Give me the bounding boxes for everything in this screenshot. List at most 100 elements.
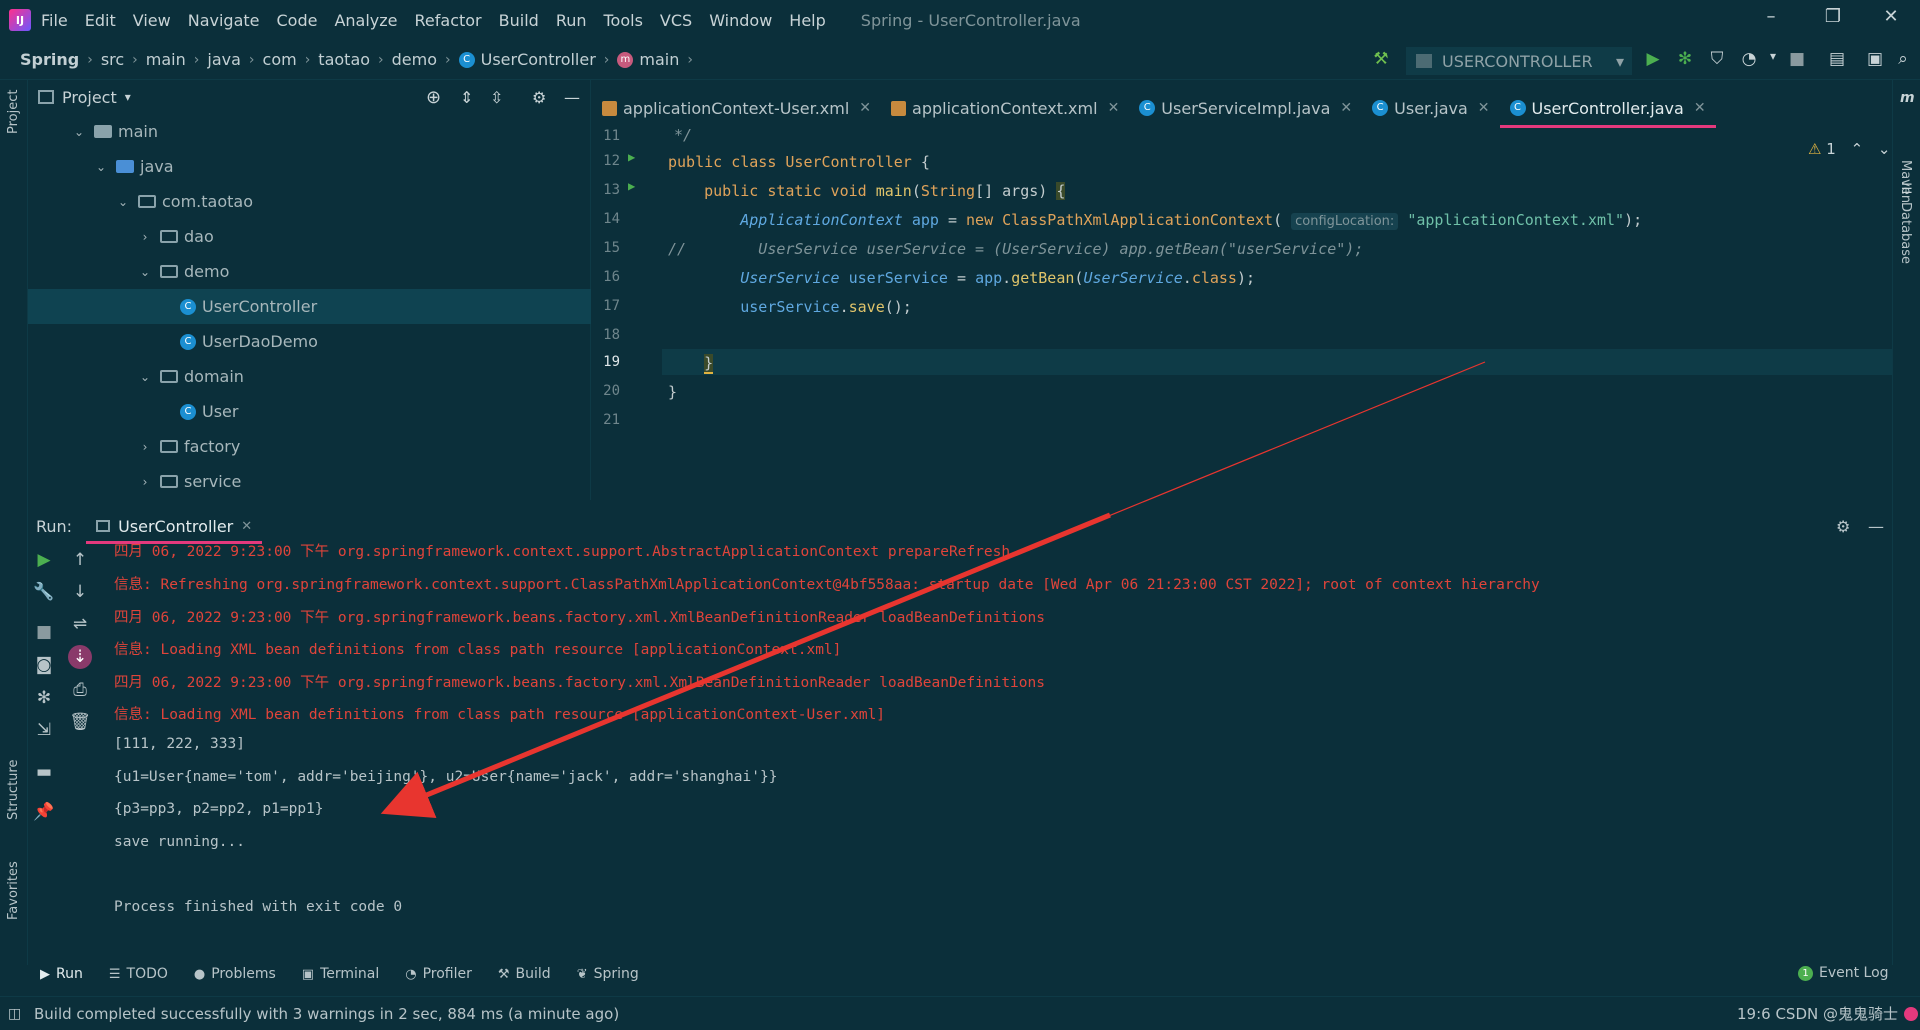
- tree-item-factory[interactable]: › factory: [28, 429, 591, 464]
- menu-analyze[interactable]: Analyze: [334, 11, 397, 30]
- gear-icon[interactable]: ⚙: [532, 88, 546, 107]
- tab-applicationcontext-xml[interactable]: applicationContext.xml ✕: [881, 88, 1129, 128]
- locate-icon[interactable]: ⊕: [426, 87, 441, 108]
- hide-icon[interactable]: —: [564, 88, 580, 107]
- breadcrumb-java[interactable]: java: [207, 50, 241, 69]
- breadcrumb-spring[interactable]: Spring: [20, 50, 79, 69]
- bottom-tab-build[interactable]: ⚒ Build: [498, 966, 551, 982]
- bottom-tab-run[interactable]: ▶ Run: [40, 966, 83, 982]
- bottom-tab-problems[interactable]: ● Problems: [194, 966, 276, 982]
- structure-tool-tab[interactable]: Structure: [6, 760, 21, 820]
- status-message[interactable]: Build completed successfully with 3 warn…: [34, 1005, 619, 1023]
- tree-item-service[interactable]: › service: [28, 464, 591, 499]
- menu-file[interactable]: File: [41, 11, 68, 30]
- run-icon[interactable]: ▶: [1642, 49, 1664, 71]
- bottom-tab-terminal[interactable]: ▣ Terminal: [302, 966, 379, 982]
- breadcrumb-usercontroller[interactable]: UserController: [481, 50, 596, 69]
- tree-item-com-taotao[interactable]: ⌄ com.taotao: [28, 184, 591, 219]
- breadcrumb-taotao[interactable]: taotao: [318, 50, 370, 69]
- close-icon[interactable]: ✕: [1108, 100, 1120, 116]
- chevron-down-icon[interactable]: ▾: [125, 90, 131, 104]
- menu-run[interactable]: Run: [556, 11, 587, 30]
- favorites-tool-tab[interactable]: Favorites: [6, 861, 21, 920]
- run-gutter-icon[interactable]: ▶: [628, 179, 635, 193]
- tree-item-usercontroller[interactable]: C UserController: [28, 289, 591, 324]
- chevron-right-icon[interactable]: ›: [138, 475, 152, 489]
- run-gutter-icon[interactable]: ▶: [628, 150, 635, 164]
- soft-wrap-icon[interactable]: ⇌: [68, 612, 92, 636]
- close-icon[interactable]: ✕: [1478, 100, 1490, 116]
- menu-code[interactable]: Code: [277, 11, 318, 30]
- menu-help[interactable]: Help: [789, 11, 825, 30]
- menu-tools[interactable]: Tools: [604, 11, 643, 30]
- run-tab-usercontroller[interactable]: UserController ✕: [86, 508, 263, 544]
- build-hammer-icon[interactable]: ⚒: [1370, 49, 1392, 71]
- chevron-down-icon[interactable]: ⌄: [72, 125, 86, 139]
- chevron-down-icon[interactable]: ⌄: [116, 195, 130, 209]
- chevron-down-icon[interactable]: ⌄: [94, 160, 108, 174]
- breadcrumb-demo[interactable]: demo: [392, 50, 437, 69]
- close-icon[interactable]: ✕: [1876, 6, 1906, 27]
- stop-icon[interactable]: ■: [1786, 49, 1808, 71]
- tree-item-dao[interactable]: › dao: [28, 219, 591, 254]
- rerun-icon[interactable]: ▶: [32, 548, 56, 572]
- layout-icon[interactable]: ▬: [32, 760, 56, 784]
- expand-all-icon[interactable]: ⇕: [460, 88, 473, 107]
- project-tool-tab[interactable]: Project: [6, 90, 21, 134]
- breadcrumb-src[interactable]: src: [101, 50, 124, 69]
- bottom-tab-todo[interactable]: ☰ TODO: [109, 966, 168, 982]
- warning-indicator[interactable]: ⚠ 1 ⌃ ⌄: [1808, 140, 1891, 158]
- exit-icon[interactable]: ⇲: [32, 718, 56, 742]
- gear-icon[interactable]: ⚙: [1836, 517, 1850, 536]
- coverage-icon[interactable]: ⛉: [1706, 49, 1728, 71]
- breadcrumb-com[interactable]: com: [263, 50, 297, 69]
- debug-icon[interactable]: ✻: [1674, 49, 1696, 71]
- tab-userserviceimpl-java[interactable]: C UserServiceImpl.java ✕: [1129, 88, 1362, 128]
- menu-refactor[interactable]: Refactor: [415, 11, 482, 30]
- chevron-up-icon[interactable]: ⌃: [1851, 140, 1864, 158]
- close-icon[interactable]: ✕: [859, 100, 871, 116]
- arrow-up-icon[interactable]: ↑: [68, 548, 92, 572]
- tab-applicationcontext-user-xml[interactable]: applicationContext-User.xml ✕: [592, 88, 881, 128]
- run-configuration-select[interactable]: USERCONTROLLER ▾: [1406, 47, 1632, 75]
- stop-icon[interactable]: ■: [32, 620, 56, 644]
- chevron-right-icon[interactable]: ›: [138, 230, 152, 244]
- tree-item-main[interactable]: ⌄ main: [28, 114, 591, 149]
- bottom-tab-spring[interactable]: ❦ Spring: [577, 966, 639, 982]
- breadcrumb-main-method[interactable]: main: [639, 50, 679, 69]
- layout-icon[interactable]: ▣: [1864, 49, 1886, 71]
- close-icon[interactable]: ✕: [1694, 100, 1706, 116]
- tree-item-demo[interactable]: ⌄ demo: [28, 254, 591, 289]
- event-log-button[interactable]: 1 Event Log: [1798, 965, 1889, 981]
- scroll-to-end-icon[interactable]: ⇣: [68, 645, 92, 669]
- chevron-down-icon[interactable]: ▾: [1762, 49, 1784, 71]
- project-structure-icon[interactable]: ▤: [1826, 49, 1848, 71]
- profile-icon[interactable]: ◔: [1738, 49, 1760, 71]
- camera-icon[interactable]: ◙: [32, 653, 56, 677]
- restore-icon[interactable]: ❐: [1818, 6, 1848, 27]
- database-tool-tab[interactable]: Database: [1898, 202, 1913, 264]
- debug-settings-icon[interactable]: ✻: [32, 686, 56, 710]
- menu-edit[interactable]: Edit: [85, 11, 116, 30]
- breadcrumb-main[interactable]: main: [146, 50, 186, 69]
- minimize-icon[interactable]: –: [1756, 6, 1786, 27]
- close-icon[interactable]: ✕: [1340, 100, 1352, 116]
- chevron-down-icon[interactable]: ⌄: [138, 265, 152, 279]
- console-output[interactable]: 四月 06, 2022 9:23:00 下午 org.springframewo…: [112, 540, 1882, 960]
- bottom-tab-profiler[interactable]: ◔ Profiler: [405, 966, 472, 982]
- menu-window[interactable]: Window: [709, 11, 772, 30]
- code-editor[interactable]: 11 12 13 14 15 16 17 18 19 20 21 ▶ ▶ */ …: [592, 126, 1892, 506]
- print-icon[interactable]: ⎙: [68, 678, 92, 702]
- tab-user-java[interactable]: C User.java ✕: [1362, 88, 1499, 128]
- tree-item-java[interactable]: ⌄ java: [28, 149, 591, 184]
- chevron-down-icon[interactable]: ⌄: [1878, 140, 1891, 158]
- project-panel-title[interactable]: Project: [62, 88, 117, 107]
- hide-icon[interactable]: —: [1868, 517, 1884, 536]
- wrench-icon[interactable]: 🔧: [32, 580, 56, 604]
- arrow-down-icon[interactable]: ↓: [68, 580, 92, 604]
- close-icon[interactable]: ✕: [241, 519, 252, 534]
- menu-navigate[interactable]: Navigate: [188, 11, 260, 30]
- search-icon[interactable]: ⌕: [1892, 49, 1914, 71]
- menu-view[interactable]: View: [133, 11, 171, 30]
- tree-item-domain[interactable]: ⌄ domain: [28, 359, 591, 394]
